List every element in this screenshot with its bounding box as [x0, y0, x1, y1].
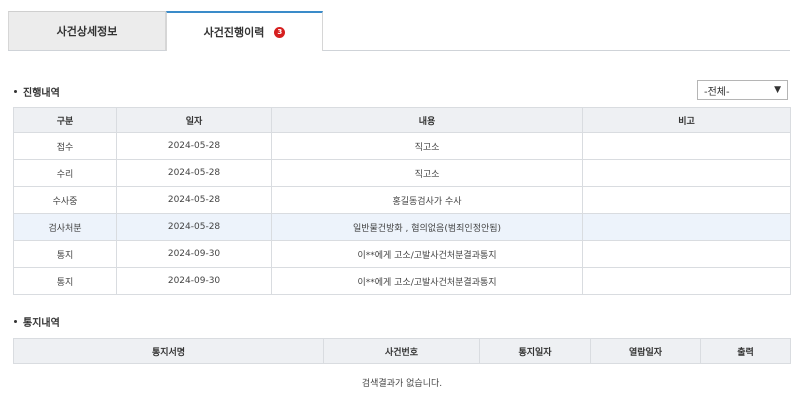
- column-header-date: 일자: [116, 107, 272, 133]
- cell-content: 이**에게 고소/고발사건처분결과통지: [271, 240, 583, 268]
- table-row: 통지 2024-09-30 이**에게 고소/고발사건처분결과통지: [13, 267, 791, 295]
- cell-note: [582, 213, 791, 241]
- bullet-icon: [14, 90, 17, 93]
- tab-case-detail[interactable]: 사건상세정보: [8, 11, 166, 50]
- cell-date: 2024-05-28: [116, 213, 272, 241]
- column-header-content: 내용: [271, 107, 583, 133]
- cell-type: 접수: [13, 132, 117, 160]
- notice-table: 통지서명 사건번호 통지일자 열람일자 출력: [13, 338, 791, 364]
- cell-date: 2024-09-30: [116, 267, 272, 295]
- cell-type: 통지: [13, 240, 117, 268]
- cell-note: [582, 240, 791, 268]
- cell-content: 이**에게 고소/고발사건처분결과통지: [271, 267, 583, 295]
- count-badge: 3: [274, 26, 286, 38]
- progress-table: 구분 일자 내용 비고 접수 2024-05-28 직고소 수리 2024-05…: [13, 107, 791, 295]
- progress-section-title: 진행내역: [14, 84, 60, 99]
- cell-content: 일반물건방화 , 혐의없음(범죄인정안됨): [271, 213, 583, 241]
- cell-note: [582, 267, 791, 295]
- column-header-note: 비고: [582, 107, 791, 133]
- cell-date: 2024-09-30: [116, 240, 272, 268]
- table-row: 수리 2024-05-28 직고소: [13, 159, 791, 187]
- table-row: 수사중 2024-05-28 홍길동검사가 수사: [13, 186, 791, 214]
- status-filter-value: -전체-: [704, 86, 730, 98]
- cell-type: 검사처분: [13, 213, 117, 241]
- tab-case-history[interactable]: 사건진행이력 3: [166, 11, 323, 51]
- bullet-icon: [14, 320, 17, 323]
- cell-type: 수사중: [13, 186, 117, 214]
- tab-bar: 사건상세정보 사건진행이력 3: [8, 11, 790, 51]
- table-row: 통지 2024-09-30 이**에게 고소/고발사건처분결과통지: [13, 240, 791, 268]
- empty-result-message: 검색결과가 없습니다.: [361, 379, 443, 389]
- cell-content: 직고소: [271, 132, 583, 160]
- column-header-notice-name: 통지서명: [13, 338, 324, 364]
- status-filter-select[interactable]: -전체- ▼: [697, 80, 788, 100]
- cell-note: [582, 186, 791, 214]
- column-header-view-date: 열람일자: [590, 338, 701, 364]
- table-header-row: 구분 일자 내용 비고: [13, 107, 791, 133]
- notice-section-title: 통지내역: [14, 314, 60, 329]
- cell-type: 통지: [13, 267, 117, 295]
- cell-note: [582, 132, 791, 160]
- cell-content: 직고소: [271, 159, 583, 187]
- cell-type: 수리: [13, 159, 117, 187]
- column-header-type: 구분: [13, 107, 117, 133]
- cell-date: 2024-05-28: [116, 132, 272, 160]
- cell-date: 2024-05-28: [116, 159, 272, 187]
- progress-section-label: 진행내역: [23, 88, 60, 99]
- tab-case-detail-label: 사건상세정보: [56, 25, 118, 38]
- cell-date: 2024-05-28: [116, 186, 272, 214]
- column-header-print: 출력: [700, 338, 791, 364]
- column-header-case-number: 사건번호: [323, 338, 480, 364]
- tab-bar-divider: [8, 50, 790, 51]
- table-row: 접수 2024-05-28 직고소: [13, 132, 791, 160]
- chevron-down-icon: ▼: [774, 85, 781, 95]
- table-row-highlighted: 검사처분 2024-05-28 일반물건방화 , 혐의없음(범죄인정안됨): [13, 213, 791, 241]
- cell-content: 홍길동검사가 수사: [271, 186, 583, 214]
- notice-section-label: 통지내역: [23, 318, 60, 329]
- column-header-notice-date: 통지일자: [479, 338, 591, 364]
- table-header-row: 통지서명 사건번호 통지일자 열람일자 출력: [13, 338, 791, 364]
- cell-note: [582, 159, 791, 187]
- tab-case-history-label: 사건진행이력: [203, 26, 265, 39]
